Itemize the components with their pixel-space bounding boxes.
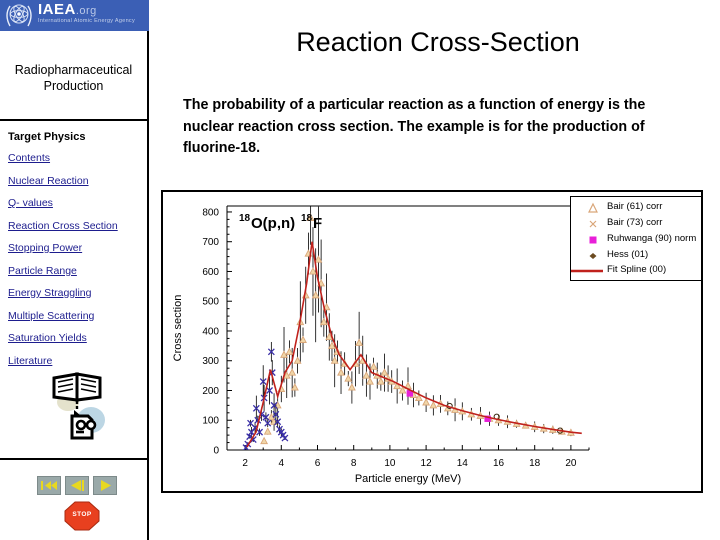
square-marker-icon bbox=[589, 236, 597, 244]
legend-row-ruhwanga: Ruhwanga (90) norm bbox=[571, 232, 701, 248]
svg-text:4: 4 bbox=[279, 458, 285, 469]
iaea-tagline: International Atomic Energy Agency bbox=[38, 18, 136, 24]
svg-text:400: 400 bbox=[202, 326, 219, 337]
sidebar-divider bbox=[0, 119, 147, 121]
cross-section-chart: 0 100 200 300 400 500 600 700 800 2 4 6 8 10 12 14 16 18 2… bbox=[161, 190, 703, 493]
svg-text:O(p,n): O(p,n) bbox=[251, 215, 295, 232]
open-book-reader-icon bbox=[52, 372, 105, 440]
line-marker-icon bbox=[571, 269, 603, 273]
svg-text:600: 600 bbox=[202, 267, 219, 278]
legend-label-bair61: Bair (61) corr bbox=[607, 201, 663, 212]
next-slide-icon bbox=[101, 480, 111, 491]
sidebar-item-nuclear-reaction[interactable]: Nuclear Reaction bbox=[8, 175, 148, 187]
svg-text:20: 20 bbox=[565, 458, 577, 469]
svg-text:6: 6 bbox=[315, 458, 321, 469]
svg-text:2: 2 bbox=[242, 458, 248, 469]
sidebar: IAEA.org International Atomic Energy Age… bbox=[0, 0, 149, 540]
svg-text:0: 0 bbox=[213, 446, 219, 457]
diamond-marker-icon bbox=[589, 253, 597, 259]
svg-text:12: 12 bbox=[421, 458, 433, 469]
legend-label-fit-spline: Fit Spline (00) bbox=[607, 264, 667, 275]
plot-axes: 0 100 200 300 400 500 600 700 800 2 4 6 8 10 12 14 16 18 2… bbox=[172, 205, 590, 485]
previous-slide-icon bbox=[71, 480, 84, 491]
legend-label-hess: Hess (01) bbox=[607, 249, 649, 260]
next-slide-button[interactable] bbox=[93, 476, 117, 495]
iaea-logo-banner: IAEA.org International Atomic Energy Age… bbox=[0, 0, 149, 31]
svg-text:10: 10 bbox=[384, 458, 396, 469]
first-slide-button[interactable] bbox=[37, 476, 61, 495]
sidebar-item-stopping-power[interactable]: Stopping Power bbox=[8, 242, 148, 254]
svg-text:14: 14 bbox=[457, 458, 469, 469]
sidebar-item-reaction-cross-section[interactable]: Reaction Cross Section bbox=[8, 220, 148, 232]
svg-text:Cross section: Cross section bbox=[172, 295, 184, 362]
sidebar-nav: Target Physics Contents Nuclear Reaction… bbox=[8, 131, 148, 377]
stop-button[interactable]: STOP bbox=[64, 501, 100, 531]
svg-text:200: 200 bbox=[202, 386, 219, 397]
svg-text:18: 18 bbox=[239, 213, 251, 224]
page-title: Reaction Cross-Section bbox=[296, 27, 580, 57]
nav-heading-target-physics: Target Physics bbox=[8, 131, 86, 143]
iaea-atom-emblem-icon bbox=[6, 4, 32, 27]
sidebar-item-literature[interactable]: Literature bbox=[8, 355, 148, 367]
svg-text:18: 18 bbox=[529, 458, 541, 469]
first-slide-icon bbox=[41, 481, 57, 490]
legend-row-fit-spline: Fit Spline (00) bbox=[571, 263, 701, 279]
iaea-wordmark-text: IAEA bbox=[38, 1, 76, 18]
sidebar-item-energy-straggling[interactable]: Energy Straggling bbox=[8, 287, 148, 299]
sidebar-title: Radiopharmaceutical Production bbox=[14, 63, 133, 93]
sidebar-divider-bottom bbox=[0, 458, 147, 460]
body-paragraph: The probability of a particular reaction… bbox=[183, 97, 646, 156]
sidebar-item-multiple-scattering[interactable]: Multiple Scattering bbox=[8, 310, 148, 322]
legend-row-bair73: Bair (73) corr bbox=[571, 216, 701, 232]
svg-text:100: 100 bbox=[202, 416, 219, 427]
iaea-domain-text: .org bbox=[75, 5, 97, 17]
legend-label-bair73: Bair (73) corr bbox=[607, 217, 663, 228]
legend-row-hess: Hess (01) bbox=[571, 248, 701, 264]
svg-text:18: 18 bbox=[301, 213, 313, 224]
sidebar-item-contents[interactable]: Contents bbox=[8, 152, 148, 164]
legend-row-bair61: Bair (61) corr bbox=[571, 200, 701, 216]
slide-navigation-buttons bbox=[37, 476, 117, 495]
sidebar-item-particle-range[interactable]: Particle Range bbox=[8, 265, 148, 277]
svg-text:8: 8 bbox=[351, 458, 357, 469]
plot-series bbox=[242, 206, 582, 450]
sidebar-item-q-values[interactable]: Q- values bbox=[8, 197, 148, 209]
chart-legend: Bair (61) corr Bair (73) corr Ruhwanga (… bbox=[570, 196, 701, 281]
svg-text:16: 16 bbox=[493, 458, 505, 469]
iaea-wordmark: IAEA.org bbox=[38, 2, 97, 19]
svg-text:Particle energy (MeV): Particle energy (MeV) bbox=[355, 473, 461, 485]
cross-marker-icon bbox=[589, 220, 597, 228]
triangle-marker-icon bbox=[588, 202, 598, 213]
svg-text:F: F bbox=[313, 215, 322, 232]
svg-text:300: 300 bbox=[202, 356, 219, 367]
previous-slide-button[interactable] bbox=[65, 476, 89, 495]
sidebar-item-saturation-yields[interactable]: Saturation Yields bbox=[8, 332, 148, 344]
svg-text:500: 500 bbox=[202, 297, 219, 308]
reaction-annotation: 18 O(p,n) 18 F bbox=[239, 213, 322, 232]
legend-label-ruhwanga: Ruhwanga (90) norm bbox=[607, 233, 697, 244]
svg-text:700: 700 bbox=[202, 237, 219, 248]
svg-text:800: 800 bbox=[202, 207, 219, 218]
stop-button-label: STOP bbox=[72, 511, 92, 518]
